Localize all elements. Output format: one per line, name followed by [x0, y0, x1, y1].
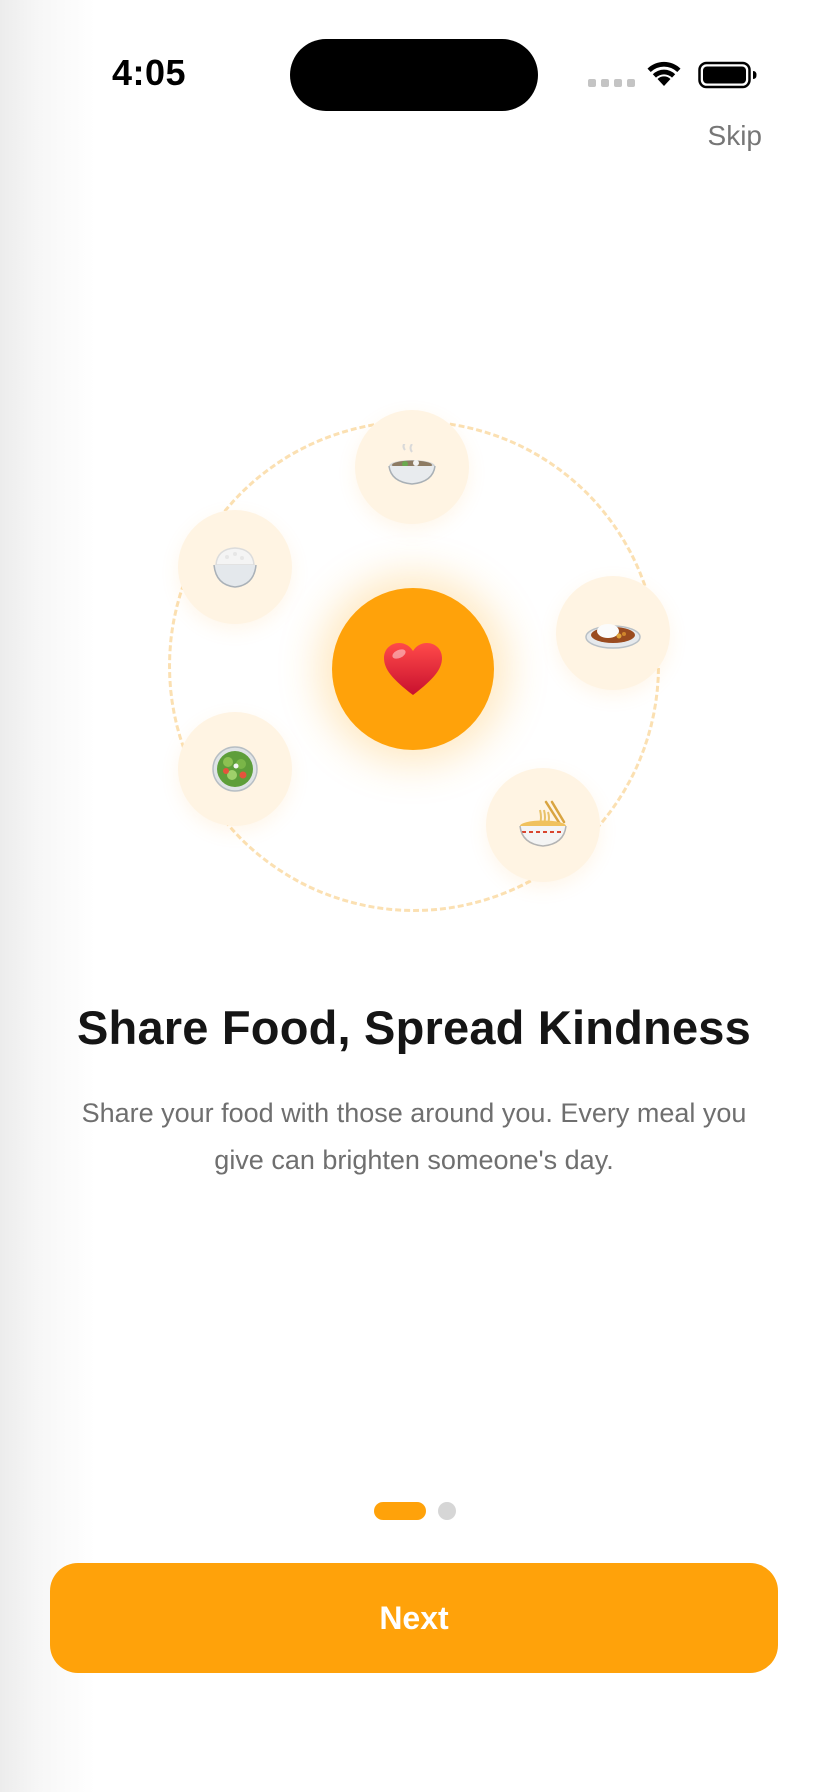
page-indicator	[374, 1502, 456, 1520]
food-sharing-illustration	[0, 0, 828, 1000]
page-title: Share Food, Spread Kindness	[77, 1001, 751, 1054]
next-button[interactable]: Next	[50, 1563, 778, 1673]
noodle-soup-icon	[355, 410, 469, 524]
heart-icon	[384, 643, 442, 695]
rice-bowl-icon	[178, 510, 292, 624]
page-subtitle: Share your food with those around you. E…	[81, 1098, 747, 1175]
center-heart-circle	[332, 588, 494, 750]
ramen-icon	[486, 768, 600, 882]
page-dot-inactive	[438, 1502, 456, 1520]
curry-rice-icon	[556, 576, 670, 690]
onboarding-screen: 4:05 Skip Share Food, Spread Kindness Sh…	[0, 0, 828, 1792]
page-dot-active	[374, 1502, 426, 1520]
salad-icon	[178, 712, 292, 826]
